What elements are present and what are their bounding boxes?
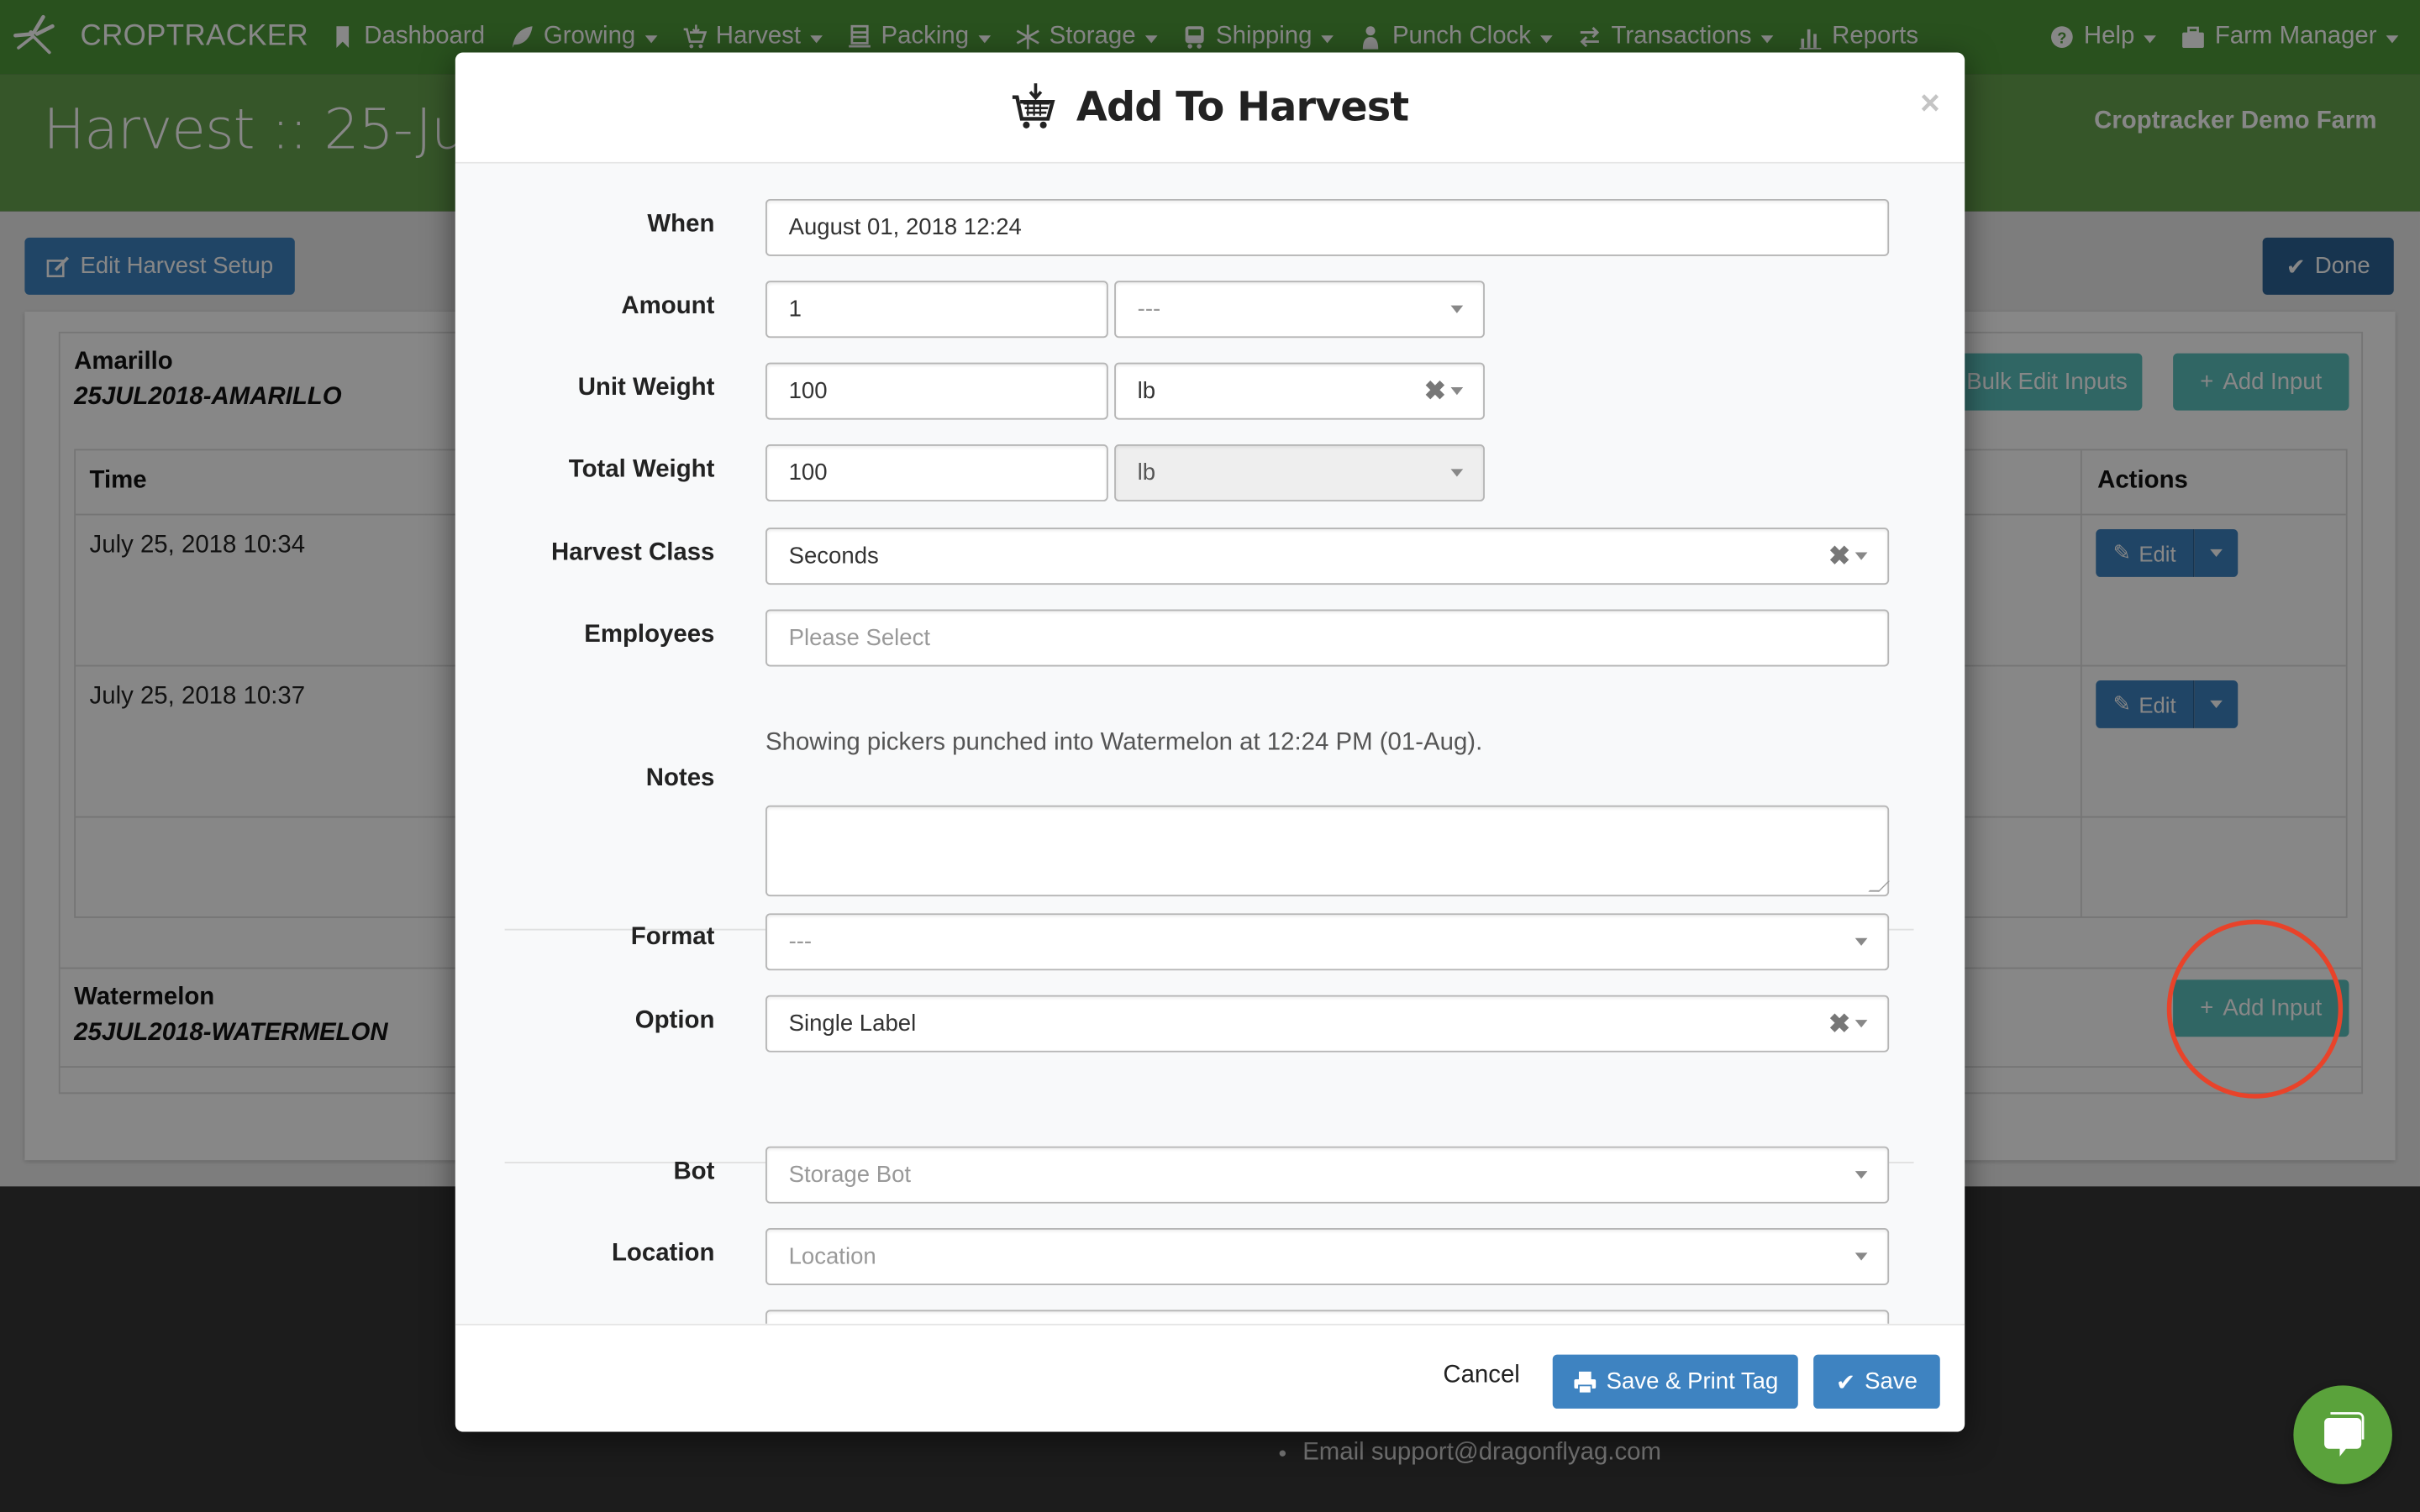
caret-down-icon xyxy=(1450,469,1464,477)
harvest-class-label: Harvest Class xyxy=(550,539,715,567)
employees-help-text: Showing pickers punched into Watermelon … xyxy=(765,729,1483,756)
clear-icon[interactable]: ✖ xyxy=(1828,1009,1850,1040)
bot-select[interactable]: Storage Bot xyxy=(765,1146,1890,1204)
select-value: lb xyxy=(1137,459,1156,486)
next-field-partial[interactable] xyxy=(765,1310,1890,1324)
modal-title-text: Add To Harvest xyxy=(1076,84,1409,131)
select-placeholder: Please Select xyxy=(788,624,931,652)
save-button[interactable]: ✔ Save xyxy=(1813,1354,1940,1409)
unit-weight-unit-select[interactable]: lb ✖ xyxy=(1114,362,1485,420)
option-label: Option xyxy=(634,1007,715,1034)
clear-icon[interactable]: ✖ xyxy=(1424,376,1446,407)
modal-header: Add To Harvest × xyxy=(455,52,1965,164)
close-icon[interactable]: × xyxy=(1920,83,1940,123)
cancel-button[interactable]: Cancel xyxy=(1443,1362,1519,1390)
input-value: 100 xyxy=(788,377,828,405)
total-weight-unit-select: lb xyxy=(1114,444,1485,501)
button-label: Save & Print Tag xyxy=(1606,1368,1779,1395)
caret-down-icon xyxy=(1854,1171,1868,1179)
highlight-annotation-circle xyxy=(2166,919,2344,1099)
caret-down-icon xyxy=(1450,387,1464,396)
add-to-harvest-modal: Add To Harvest × When August 01, 2018 12… xyxy=(455,52,1965,1432)
select-value: Single Label xyxy=(788,1011,917,1037)
button-label: Save xyxy=(1865,1368,1918,1395)
modal-body: When August 01, 2018 12:24 Amount 1 --- … xyxy=(455,163,1965,1324)
select-value: lb xyxy=(1137,377,1156,405)
notes-label: Notes xyxy=(645,765,715,792)
unit-weight-input[interactable]: 100 xyxy=(765,362,1108,420)
total-weight-input[interactable]: 100 xyxy=(765,444,1108,501)
select-value: --- xyxy=(1137,296,1161,323)
caret-down-icon xyxy=(1854,937,1868,946)
caret-down-icon xyxy=(1450,305,1464,313)
input-value: 100 xyxy=(788,459,828,486)
caret-down-icon xyxy=(1854,552,1868,560)
amount-input[interactable]: 1 xyxy=(765,281,1108,339)
employees-select[interactable]: Please Select xyxy=(765,609,1890,667)
select-placeholder: Location xyxy=(788,1243,876,1270)
when-input[interactable]: August 01, 2018 12:24 xyxy=(765,198,1890,256)
modal-footer: Cancel Save & Print Tag ✔ Save xyxy=(455,1323,1965,1432)
save-and-print-tag-button[interactable]: Save & Print Tag xyxy=(1552,1354,1798,1409)
caret-down-icon xyxy=(1854,1252,1868,1261)
select-placeholder: Storage Bot xyxy=(788,1162,912,1189)
location-label: Location xyxy=(611,1240,715,1267)
when-label: When xyxy=(647,211,715,238)
format-select[interactable]: --- xyxy=(765,913,1890,971)
harvest-class-select[interactable]: Seconds ✖ xyxy=(765,528,1890,585)
amount-unit-select[interactable]: --- xyxy=(1114,281,1485,339)
chat-bubble-icon xyxy=(2324,1412,2365,1457)
format-label: Format xyxy=(630,924,715,951)
employees-label: Employees xyxy=(584,622,715,648)
caret-down-icon xyxy=(1854,1020,1868,1028)
modal-title: Add To Harvest xyxy=(1012,82,1409,132)
amount-label: Amount xyxy=(621,292,715,320)
chat-widget-button[interactable] xyxy=(2293,1385,2392,1484)
input-value: August 01, 2018 12:24 xyxy=(788,214,1022,241)
input-value: 1 xyxy=(788,296,802,323)
harvest-cart-icon xyxy=(1013,82,1056,128)
select-value: Seconds xyxy=(788,543,879,570)
notes-textarea[interactable] xyxy=(765,805,1891,897)
option-select[interactable]: Single Label ✖ xyxy=(765,995,1890,1053)
unit-weight-label: Unit Weight xyxy=(577,375,715,402)
location-select[interactable]: Location xyxy=(765,1228,1890,1285)
check-icon: ✔ xyxy=(1835,1369,1856,1396)
select-value: --- xyxy=(788,928,813,955)
resize-handle-icon[interactable] xyxy=(1868,880,1891,892)
clear-icon[interactable]: ✖ xyxy=(1828,542,1850,573)
bot-label: Bot xyxy=(673,1158,715,1185)
total-weight-label: Total Weight xyxy=(568,456,715,483)
printer-icon xyxy=(1574,1370,1596,1394)
